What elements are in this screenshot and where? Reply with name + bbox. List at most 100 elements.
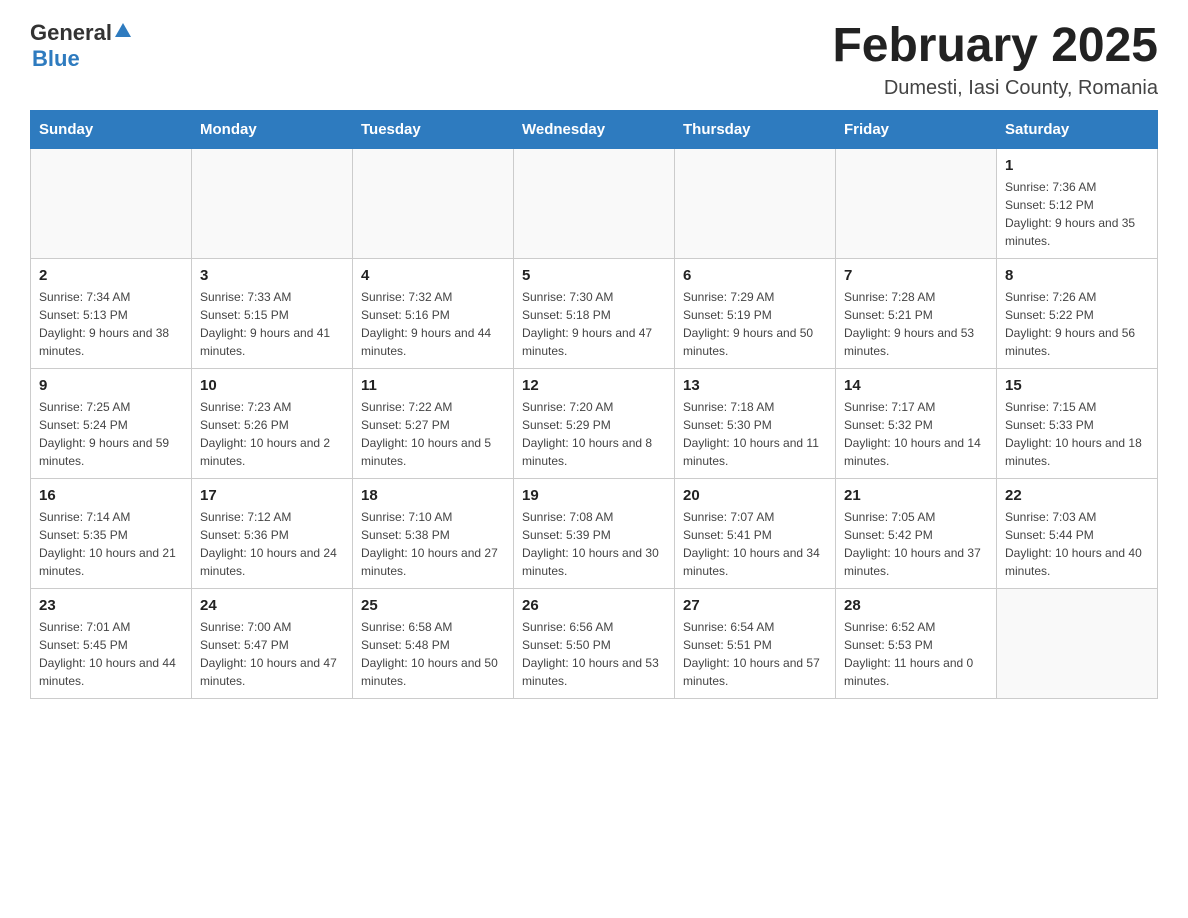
day-info: Sunrise: 7:34 AM Sunset: 5:13 PM Dayligh…: [39, 288, 183, 360]
calendar-cell: 7 Sunrise: 7:28 AM Sunset: 5:21 PM Daylig…: [836, 258, 997, 368]
calendar-header-row: SundayMondayTuesdayWednesdayThursdayFrid…: [31, 110, 1158, 148]
day-info: Sunrise: 6:58 AM Sunset: 5:48 PM Dayligh…: [361, 618, 505, 690]
day-info: Sunrise: 7:22 AM Sunset: 5:27 PM Dayligh…: [361, 398, 505, 470]
day-number: 24: [200, 597, 344, 614]
calendar-cell: 9Sunrise: 7:25 AM Sunset: 5:24 PM Daylig…: [31, 368, 192, 478]
header-thursday: Thursday: [675, 110, 836, 148]
day-info: Sunrise: 7:26 AM Sunset: 5:22 PM Dayligh…: [1005, 288, 1149, 360]
calendar-cell: [675, 148, 836, 258]
header-saturday: Saturday: [997, 110, 1158, 148]
calendar-cell: 20Sunrise: 7:07 AM Sunset: 5:41 PM Dayli…: [675, 478, 836, 588]
header-friday: Friday: [836, 110, 997, 148]
calendar-cell: 23 Sunrise: 7:01 AM Sunset: 5:45 PM Dayli…: [31, 588, 192, 698]
calendar-cell: 21Sunrise: 7:05 AM Sunset: 5:42 PM Dayli…: [836, 478, 997, 588]
calendar-subtitle: Dumesti, Iasi County, Romania: [832, 77, 1158, 100]
day-info: Sunrise: 7:28 AM Sunset: 5:21 PM Dayligh…: [844, 288, 988, 360]
day-info: Sunrise: 7:10 AM Sunset: 5:38 PM Dayligh…: [361, 508, 505, 580]
day-number: 28: [844, 597, 988, 614]
calendar-cell: [836, 148, 997, 258]
day-info: Sunrise: 7:33 AM Sunset: 5:15 PM Dayligh…: [200, 288, 344, 360]
calendar-cell: 10 Sunrise: 7:23 AM Sunset: 5:26 PM Dayli…: [192, 368, 353, 478]
header-tuesday: Tuesday: [353, 110, 514, 148]
calendar-cell: [997, 588, 1158, 698]
day-number: 11: [361, 377, 505, 394]
day-number: 17: [200, 487, 344, 504]
day-number: 26: [522, 597, 666, 614]
day-info: Sunrise: 7:01 AM Sunset: 5:45 PM Dayligh…: [39, 618, 183, 690]
day-info: Sunrise: 7:30 AM Sunset: 5:18 PM Dayligh…: [522, 288, 666, 360]
calendar-week-2: 2 Sunrise: 7:34 AM Sunset: 5:13 PM Daylig…: [31, 258, 1158, 368]
calendar-cell: [514, 148, 675, 258]
calendar-cell: 12 Sunrise: 7:20 AM Sunset: 5:29 PM Dayli…: [514, 368, 675, 478]
day-number: 15: [1005, 377, 1149, 394]
calendar-cell: 13Sunrise: 7:18 AM Sunset: 5:30 PM Dayli…: [675, 368, 836, 478]
day-info: Sunrise: 7:23 AM Sunset: 5:26 PM Dayligh…: [200, 398, 344, 470]
day-info: Sunrise: 7:29 AM Sunset: 5:19 PM Dayligh…: [683, 288, 827, 360]
day-number: 6: [683, 267, 827, 284]
title-section: February 2025 Dumesti, Iasi County, Roma…: [832, 20, 1158, 100]
logo-blue-text: Blue: [32, 46, 80, 72]
header-sunday: Sunday: [31, 110, 192, 148]
calendar-week-1: 1 Sunrise: 7:36 AM Sunset: 5:12 PM Daylig…: [31, 148, 1158, 258]
day-number: 3: [200, 267, 344, 284]
day-number: 7: [844, 267, 988, 284]
calendar-cell: 4Sunrise: 7:32 AM Sunset: 5:16 PM Daylig…: [353, 258, 514, 368]
day-number: 4: [361, 267, 505, 284]
day-number: 8: [1005, 267, 1149, 284]
day-info: Sunrise: 7:25 AM Sunset: 5:24 PM Dayligh…: [39, 398, 183, 470]
day-info: Sunrise: 6:54 AM Sunset: 5:51 PM Dayligh…: [683, 618, 827, 690]
calendar-cell: 19 Sunrise: 7:08 AM Sunset: 5:39 PM Dayli…: [514, 478, 675, 588]
calendar-week-5: 23 Sunrise: 7:01 AM Sunset: 5:45 PM Dayli…: [31, 588, 1158, 698]
calendar-cell: 3 Sunrise: 7:33 AM Sunset: 5:15 PM Daylig…: [192, 258, 353, 368]
day-number: 16: [39, 487, 183, 504]
calendar-cell: 8 Sunrise: 7:26 AM Sunset: 5:22 PM Daylig…: [997, 258, 1158, 368]
calendar-cell: 11 Sunrise: 7:22 AM Sunset: 5:27 PM Dayli…: [353, 368, 514, 478]
day-number: 12: [522, 377, 666, 394]
calendar-cell: 16 Sunrise: 7:14 AM Sunset: 5:35 PM Dayli…: [31, 478, 192, 588]
calendar-cell: 1 Sunrise: 7:36 AM Sunset: 5:12 PM Daylig…: [997, 148, 1158, 258]
calendar-cell: 17 Sunrise: 7:12 AM Sunset: 5:36 PM Dayli…: [192, 478, 353, 588]
calendar-cell: [192, 148, 353, 258]
calendar-week-3: 9Sunrise: 7:25 AM Sunset: 5:24 PM Daylig…: [31, 368, 1158, 478]
day-number: 13: [683, 377, 827, 394]
day-info: Sunrise: 7:17 AM Sunset: 5:32 PM Dayligh…: [844, 398, 988, 470]
day-number: 20: [683, 487, 827, 504]
day-number: 2: [39, 267, 183, 284]
day-info: Sunrise: 7:00 AM Sunset: 5:47 PM Dayligh…: [200, 618, 344, 690]
day-info: Sunrise: 6:56 AM Sunset: 5:50 PM Dayligh…: [522, 618, 666, 690]
calendar-cell: 15 Sunrise: 7:15 AM Sunset: 5:33 PM Dayli…: [997, 368, 1158, 478]
calendar-cell: 5 Sunrise: 7:30 AM Sunset: 5:18 PM Daylig…: [514, 258, 675, 368]
calendar-title: February 2025: [832, 20, 1158, 73]
day-info: Sunrise: 7:08 AM Sunset: 5:39 PM Dayligh…: [522, 508, 666, 580]
day-number: 22: [1005, 487, 1149, 504]
day-info: Sunrise: 7:36 AM Sunset: 5:12 PM Dayligh…: [1005, 178, 1149, 250]
calendar-cell: 27 Sunrise: 6:54 AM Sunset: 5:51 PM Dayli…: [675, 588, 836, 698]
day-info: Sunrise: 7:14 AM Sunset: 5:35 PM Dayligh…: [39, 508, 183, 580]
logo: General Blue: [30, 20, 132, 72]
day-number: 1: [1005, 157, 1149, 174]
calendar-table: SundayMondayTuesdayWednesdayThursdayFrid…: [30, 110, 1158, 699]
day-info: Sunrise: 6:52 AM Sunset: 5:53 PM Dayligh…: [844, 618, 988, 690]
header-monday: Monday: [192, 110, 353, 148]
calendar-cell: [353, 148, 514, 258]
logo-general-text: General: [30, 20, 112, 46]
calendar-cell: 26 Sunrise: 6:56 AM Sunset: 5:50 PM Dayli…: [514, 588, 675, 698]
day-info: Sunrise: 7:03 AM Sunset: 5:44 PM Dayligh…: [1005, 508, 1149, 580]
day-number: 23: [39, 597, 183, 614]
day-number: 14: [844, 377, 988, 394]
day-number: 19: [522, 487, 666, 504]
calendar-cell: 22 Sunrise: 7:03 AM Sunset: 5:44 PM Dayli…: [997, 478, 1158, 588]
day-number: 10: [200, 377, 344, 394]
day-info: Sunrise: 7:20 AM Sunset: 5:29 PM Dayligh…: [522, 398, 666, 470]
calendar-cell: 14 Sunrise: 7:17 AM Sunset: 5:32 PM Dayli…: [836, 368, 997, 478]
day-number: 27: [683, 597, 827, 614]
calendar-cell: 6 Sunrise: 7:29 AM Sunset: 5:19 PM Daylig…: [675, 258, 836, 368]
day-number: 18: [361, 487, 505, 504]
day-number: 21: [844, 487, 988, 504]
calendar-cell: 25Sunrise: 6:58 AM Sunset: 5:48 PM Dayli…: [353, 588, 514, 698]
day-number: 5: [522, 267, 666, 284]
day-info: Sunrise: 7:12 AM Sunset: 5:36 PM Dayligh…: [200, 508, 344, 580]
page-header: General Blue February 2025 Dumesti, Iasi…: [30, 20, 1158, 100]
logo-arrow-icon: [114, 21, 132, 44]
day-info: Sunrise: 7:15 AM Sunset: 5:33 PM Dayligh…: [1005, 398, 1149, 470]
